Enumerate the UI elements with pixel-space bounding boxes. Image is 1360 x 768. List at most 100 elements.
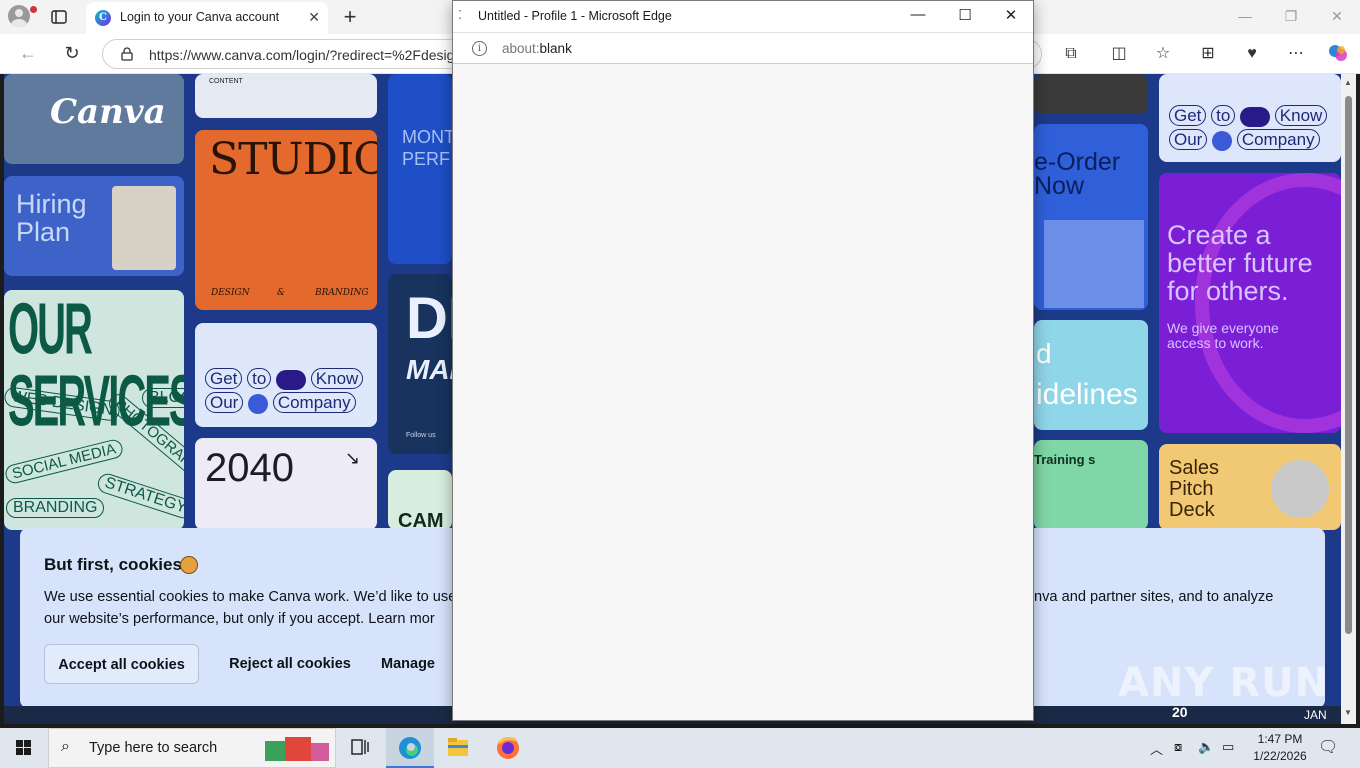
service-blog: BLOG xyxy=(142,388,184,408)
gtk-to: to xyxy=(247,368,272,389)
clock-time: 1:47 PM xyxy=(1257,732,1303,746)
studio-design: DESIGN xyxy=(211,288,250,298)
task-view-button[interactable] xyxy=(336,728,384,768)
gtk-right-to: to xyxy=(1211,105,1236,126)
cookie-icon xyxy=(180,556,198,574)
gtk-right-get: Get xyxy=(1169,105,1207,126)
popup-title: Untitled - Profile 1 - Microsoft Edge xyxy=(478,9,672,23)
taskbar-clock[interactable]: 1:47 PM 1/22/2026 xyxy=(1250,731,1310,765)
gtk-pill xyxy=(276,369,307,390)
bottom-year: 20 xyxy=(1172,704,1188,720)
favorites-button[interactable]: ☆ xyxy=(1152,43,1174,65)
tile-get-to-know: Get to Know Our Company xyxy=(195,323,377,427)
restore-button[interactable]: ❐ xyxy=(1279,8,1303,25)
refresh-icon: ↻ xyxy=(64,43,80,63)
back-button[interactable]: ← xyxy=(16,42,40,66)
cookie-body-right: nva and partner sites, and to analyze xyxy=(1034,589,1274,605)
guidelines-text: idelines xyxy=(1036,378,1138,411)
tile-our-services: OUR SERVICES WEB DESIGN BLOG PHOTOGRAPHY… xyxy=(4,290,184,530)
profile-button[interactable] xyxy=(8,5,37,29)
popup-content-blank xyxy=(453,64,1033,720)
accept-cookies-button[interactable]: Accept all cookies xyxy=(44,644,199,684)
tab-close-icon[interactable]: ✕ xyxy=(308,9,320,26)
taskbar-search[interactable]: ⌕ Type here to search xyxy=(48,728,336,768)
better-future-sub: We give everyone access to work. xyxy=(1167,320,1279,351)
preorder-photo xyxy=(1044,220,1144,308)
popup-close-button[interactable]: ✕ xyxy=(996,6,1026,24)
tab-canva-login[interactable]: C Login to your Canva account ✕ xyxy=(86,2,328,34)
tray-chevron-icon[interactable]: ︿ xyxy=(1150,739,1163,768)
search-highlight-icon xyxy=(263,735,331,763)
gtk-right-know: Know xyxy=(1274,105,1328,126)
collections-icon: ⊞ xyxy=(1201,45,1215,62)
gtk-know: Know xyxy=(310,368,364,389)
get-to-know-right-row-2: Our Company xyxy=(1169,129,1320,151)
volume-icon[interactable]: 🔈 xyxy=(1198,739,1214,768)
scroll-down-icon[interactable]: ▼ xyxy=(1344,708,1352,717)
new-tab-button[interactable]: + xyxy=(338,4,362,30)
better-future-text: Create a better future for others. xyxy=(1167,220,1313,306)
popup-maximize-button[interactable]: ☐ xyxy=(950,6,980,24)
split-screen-icon: ◫ xyxy=(1111,45,1127,62)
bottom-jan: JAN xyxy=(1304,708,1327,722)
gtk-right-pill xyxy=(1240,106,1271,127)
get-to-know-row-1: Get to Know xyxy=(205,368,364,390)
month-perf-text: MONTH PERF xyxy=(402,127,452,169)
windows-icon xyxy=(16,740,31,755)
refresh-button[interactable]: ↻ xyxy=(60,42,84,66)
network-icon[interactable]: ▭ xyxy=(1222,739,1234,768)
anyrun-watermark: ANY RUN xyxy=(1118,660,1330,706)
taskbar-firefox-button[interactable] xyxy=(484,728,532,768)
edge-icon xyxy=(399,737,421,759)
studio-text: STUDIO xyxy=(209,134,377,185)
close-window-button[interactable]: ✕ xyxy=(1325,8,1349,25)
minimize-button[interactable]: — xyxy=(1233,8,1257,24)
popup-app-icon: ⁚ xyxy=(458,8,462,22)
sales-photo xyxy=(1271,460,1329,518)
page-scrollbar[interactable]: ▲ ▼ xyxy=(1341,74,1356,724)
arrow-icon: ↘ xyxy=(345,448,361,468)
gtk-right-company: Company xyxy=(1236,129,1320,150)
tray-device-icon[interactable]: ⧇ xyxy=(1174,739,1182,768)
info-icon[interactable]: i xyxy=(472,41,487,56)
address-url: https://www.canva.com/login/?redirect=%2… xyxy=(149,47,455,63)
notifications-icon[interactable]: 🗨 xyxy=(1318,737,1338,768)
popup-url-rest: blank xyxy=(539,41,572,56)
extensions-icon: ⧉ xyxy=(1065,45,1077,62)
split-screen-button[interactable]: ◫ xyxy=(1108,43,1130,65)
tile-digital-marketing: DIG MAR Follow us xyxy=(388,274,452,454)
popup-titlebar: ⁚ Untitled - Profile 1 - Microsoft Edge … xyxy=(453,1,1033,32)
gtk-right-our: Our xyxy=(1169,129,1208,150)
popup-minimize-button[interactable]: — xyxy=(903,6,933,23)
extensions-button[interactable]: ⧉ xyxy=(1060,43,1082,65)
scroll-up-icon[interactable]: ▲ xyxy=(1344,78,1352,87)
training-text: Training s xyxy=(1034,452,1096,467)
scroll-thumb[interactable] xyxy=(1345,96,1352,634)
marketing-text: MAR xyxy=(406,354,452,385)
tab-title: Login to your Canva account xyxy=(120,10,280,24)
profile-icon xyxy=(8,5,30,27)
get-to-know-row-2: Our Company xyxy=(205,392,356,414)
studio-branding: BRANDING xyxy=(315,288,369,298)
copilot-button[interactable] xyxy=(1327,43,1349,65)
taskbar-explorer-button[interactable] xyxy=(434,728,482,768)
popup-url: about:blank xyxy=(502,41,572,56)
taskbar-edge-button[interactable] xyxy=(386,728,434,768)
popup-address-bar[interactable]: i about:blank xyxy=(453,32,1033,64)
hiring-plan-text: Hiring Plan xyxy=(16,189,87,247)
cookie-heading: But first, cookies xyxy=(44,555,182,574)
year-text: 2040 xyxy=(205,446,294,490)
clock-date: 1/22/2026 xyxy=(1253,749,1307,763)
more-button[interactable]: ⋯ xyxy=(1285,43,1307,65)
collections-button[interactable]: ⊞ xyxy=(1197,43,1219,65)
notification-dot xyxy=(30,6,37,13)
tab-actions-button[interactable] xyxy=(50,8,70,26)
reject-cookies-button[interactable]: Reject all cookies xyxy=(215,644,365,684)
start-button[interactable] xyxy=(0,728,48,768)
tile-get-to-know-right: Get to Know Our Company xyxy=(1159,74,1341,162)
tile-photo-top-right xyxy=(1034,74,1148,114)
popup-url-prefix: about: xyxy=(502,41,540,56)
digital-text: DIG xyxy=(406,286,452,351)
browser-essentials-button[interactable]: ♥ xyxy=(1241,43,1263,65)
browser-essentials-icon: ♥ xyxy=(1247,45,1257,62)
